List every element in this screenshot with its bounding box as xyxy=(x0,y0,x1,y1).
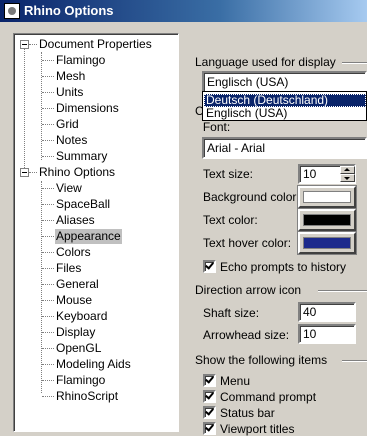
tree-connector xyxy=(42,364,54,365)
tree-connector xyxy=(42,316,54,317)
text-hover-color-button[interactable] xyxy=(297,231,357,255)
tree-node-display[interactable]: Display xyxy=(55,325,96,340)
tree-connector xyxy=(41,181,42,393)
tree-node-view[interactable]: View xyxy=(55,181,83,196)
group-divider xyxy=(342,360,367,362)
tree-node-document-properties[interactable]: Document Properties xyxy=(38,37,153,52)
tree-node-units[interactable]: Units xyxy=(55,85,84,100)
tree-connector xyxy=(42,284,54,285)
tree-connector xyxy=(42,156,54,157)
background-color-button[interactable] xyxy=(297,185,357,209)
show-status-bar-checkbox[interactable] xyxy=(203,406,216,419)
tree-connector xyxy=(41,52,42,160)
language-select[interactable]: Englisch (USA) xyxy=(202,71,367,93)
arrow-up-icon xyxy=(344,168,350,171)
spin-up-button[interactable] xyxy=(340,166,355,174)
tree-node-doc-flamingo[interactable]: Flamingo xyxy=(55,53,106,68)
tree-connector xyxy=(42,252,54,253)
tree-connector xyxy=(42,332,54,333)
tree-node-spaceball[interactable]: SpaceBall xyxy=(55,197,111,212)
tree-connector xyxy=(29,44,37,45)
tree-node-rhino-options[interactable]: Rhino Options xyxy=(38,165,116,180)
tree-connector xyxy=(42,108,54,109)
tree-connector xyxy=(42,76,54,77)
shaft-size-label: Shaft size: xyxy=(203,306,260,320)
rhino-app-icon xyxy=(4,3,20,19)
direction-group-title: Direction arrow icon xyxy=(195,283,302,297)
tree-connector xyxy=(42,204,54,205)
tree-node-appearance[interactable]: Appearance xyxy=(55,229,122,244)
tree-node-modeling-aids[interactable]: Modeling Aids xyxy=(55,357,132,372)
arrow-down-icon xyxy=(344,177,350,180)
language-dropdown-list[interactable]: Deutsch (Deutschland) Englisch (USA) xyxy=(202,91,367,121)
collapse-icon[interactable] xyxy=(20,168,29,177)
group-divider xyxy=(318,290,367,292)
arrowhead-size-label: Arrowhead size: xyxy=(203,328,290,342)
tree-node-notes[interactable]: Notes xyxy=(55,133,88,148)
collapse-icon[interactable] xyxy=(20,40,29,49)
arrowhead-size-field[interactable]: 10 xyxy=(298,324,356,344)
tree-connector xyxy=(42,268,54,269)
text-color-label: Text color: xyxy=(203,213,258,227)
echo-prompts-checkbox[interactable] xyxy=(203,260,216,273)
show-status-bar-label[interactable]: Status bar xyxy=(220,406,275,420)
font-label: FFont: xyxy=(202,120,231,134)
echo-prompts-label[interactable]: Echo prompts to history xyxy=(220,260,346,274)
tree-connector xyxy=(24,49,25,176)
show-command-prompt-checkbox[interactable] xyxy=(203,390,216,403)
tree-connector xyxy=(42,380,54,381)
tree-node-files[interactable]: Files xyxy=(55,261,82,276)
language-group-title: Language used for display xyxy=(195,55,336,69)
tree-connector xyxy=(42,236,54,237)
font-label-text: Font: xyxy=(202,120,231,134)
show-items-group-title: Show the following items xyxy=(195,353,328,367)
tree-connector xyxy=(42,124,54,125)
tree-node-flamingo[interactable]: Flamingo xyxy=(55,373,106,388)
tree-node-mouse[interactable]: Mouse xyxy=(55,293,93,308)
language-option-englisch[interactable]: Englisch (USA) xyxy=(204,107,366,120)
tree-connector xyxy=(42,92,54,93)
window-title: Rhino Options xyxy=(24,3,114,18)
spin-down-button[interactable] xyxy=(340,174,355,182)
show-command-prompt-label[interactable]: Command prompt xyxy=(220,390,316,404)
font-field[interactable]: Arial - Arial xyxy=(202,137,367,159)
group-divider xyxy=(342,62,367,64)
tree-node-aliases[interactable]: Aliases xyxy=(55,213,96,228)
tree-connector xyxy=(29,172,37,173)
text-hover-color-swatch xyxy=(303,237,351,249)
tree-connector xyxy=(42,300,54,301)
tree-node-summary[interactable]: Summary xyxy=(55,149,108,164)
tree-node-mesh[interactable]: Mesh xyxy=(55,69,86,84)
text-color-button[interactable] xyxy=(297,208,357,232)
show-menu-label[interactable]: Menu xyxy=(220,374,250,388)
tree-connector xyxy=(42,220,54,221)
title-bar: Rhino Options xyxy=(0,0,367,22)
show-viewport-titles-checkbox[interactable] xyxy=(203,422,216,435)
tree-node-dimensions[interactable]: Dimensions xyxy=(55,101,120,116)
shaft-size-field[interactable]: 40 xyxy=(298,302,356,322)
text-color-swatch xyxy=(303,214,351,226)
tree-connector xyxy=(42,188,54,189)
tree-connector xyxy=(42,60,54,61)
tree-node-rhinoscript[interactable]: RhinoScript xyxy=(55,389,119,404)
tree-node-keyboard[interactable]: Keyboard xyxy=(55,309,108,324)
tree-node-colors[interactable]: Colors xyxy=(55,245,92,260)
tree-node-general[interactable]: General xyxy=(55,277,100,292)
show-viewport-titles-label[interactable]: Viewport titles xyxy=(220,422,294,436)
tree-connector xyxy=(42,396,54,397)
tree-connector xyxy=(42,140,54,141)
tree-node-opengl[interactable]: OpenGL xyxy=(55,341,102,356)
text-size-label: Text size: xyxy=(203,167,254,181)
text-hover-color-label: Text hover color: xyxy=(203,236,292,250)
options-tree[interactable]: Document Properties Flamingo Mesh Units … xyxy=(13,33,179,432)
tree-connector xyxy=(42,348,54,349)
show-menu-checkbox[interactable] xyxy=(203,374,216,387)
tree-node-grid[interactable]: Grid xyxy=(55,117,80,132)
background-color-label: Background color: xyxy=(203,190,300,204)
background-color-swatch xyxy=(303,191,351,203)
